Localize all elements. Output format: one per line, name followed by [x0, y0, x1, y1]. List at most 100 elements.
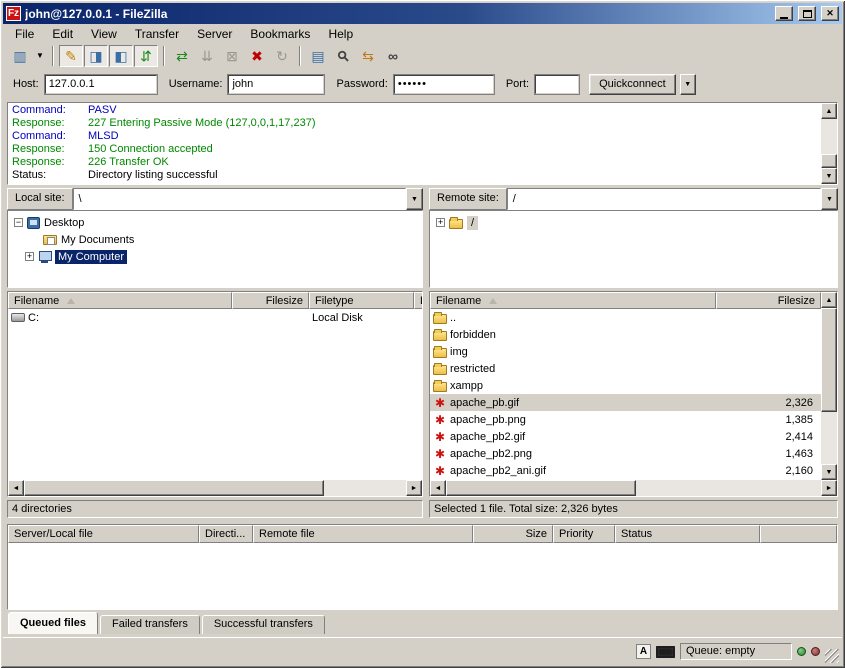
tree-item-root[interactable]: + /: [436, 214, 837, 231]
tab-successful-transfers[interactable]: Successful transfers: [202, 615, 325, 634]
tree-item-my-documents[interactable]: My Documents: [14, 231, 422, 248]
site-manager-dropdown-icon[interactable]: ▼: [33, 45, 47, 67]
column-header-filename[interactable]: Filename: [430, 292, 716, 309]
host-input[interactable]: [45, 75, 157, 94]
site-manager-icon[interactable]: ▥: [8, 45, 32, 67]
menu-server[interactable]: Server: [188, 25, 241, 43]
port-input[interactable]: [535, 75, 579, 94]
toggle-local-tree-icon[interactable]: ◨: [84, 45, 108, 67]
file-row[interactable]: ✱apache_pb2.png 1,463: [430, 445, 821, 462]
minimize-button[interactable]: [775, 6, 793, 21]
file-row[interactable]: ✱apache_pb2_ani.gif 2,160: [430, 462, 821, 479]
toggle-remote-tree-icon[interactable]: ◧: [109, 45, 133, 67]
column-header-filesize[interactable]: Filesize: [716, 292, 821, 309]
local-directory-tree: − Desktop My Documents + My Computer: [7, 210, 423, 288]
tab-failed-transfers[interactable]: Failed transfers: [100, 615, 200, 634]
refresh-icon[interactable]: ⇄: [170, 45, 194, 67]
titlebar[interactable]: Fz john@127.0.0.1 - FileZilla ✕: [3, 3, 842, 24]
sync-browsing-icon[interactable]: ⇆: [356, 45, 380, 67]
column-header-filesize[interactable]: Filesize: [232, 292, 309, 309]
maximize-button[interactable]: [798, 6, 816, 21]
menu-file[interactable]: File: [6, 25, 43, 43]
scrollbar-thumb[interactable]: [24, 480, 324, 496]
remote-file-list: .. forbidden img: [430, 309, 821, 480]
menu-view[interactable]: View: [82, 25, 126, 43]
file-row[interactable]: ✱apache_pb2.gif 2,414: [430, 428, 821, 445]
password-input[interactable]: [394, 75, 494, 94]
column-header-filetype[interactable]: Filetype: [309, 292, 414, 309]
transfer-type-indicator-icon[interactable]: A: [636, 644, 651, 659]
remote-site-path: /: [513, 193, 516, 205]
folder-row[interactable]: ..: [430, 309, 821, 326]
scroll-right-icon[interactable]: ►: [821, 480, 837, 496]
tab-queued-files[interactable]: Queued files: [8, 612, 98, 634]
column-header-priority[interactable]: Priority: [553, 525, 615, 543]
quickconnect-dropdown-icon[interactable]: ▼: [680, 74, 696, 95]
cancel-operation-icon[interactable]: ⊠: [220, 45, 244, 67]
sort-ascending-icon: [489, 298, 497, 304]
local-site-dropdown-icon[interactable]: ▼: [406, 188, 423, 210]
speed-limit-indicator-icon[interactable]: [656, 646, 675, 658]
scroll-up-icon[interactable]: ▲: [821, 103, 837, 119]
collapse-icon[interactable]: −: [14, 218, 23, 227]
tree-item-my-computer[interactable]: + My Computer: [14, 248, 422, 265]
menubar: File Edit View Transfer Server Bookmarks…: [3, 24, 842, 43]
scrollbar-thumb[interactable]: [821, 308, 837, 412]
image-file-icon: ✱: [433, 414, 447, 426]
log-scrollbar[interactable]: ▲ ▼: [821, 103, 837, 184]
toggle-message-log-icon[interactable]: ✎: [59, 45, 83, 67]
remote-horizontal-scrollbar[interactable]: ◄ ►: [430, 480, 837, 496]
menu-transfer[interactable]: Transfer: [126, 25, 188, 43]
folder-row[interactable]: xampp: [430, 377, 821, 394]
tree-item-desktop[interactable]: − Desktop: [14, 214, 422, 231]
column-header-filename[interactable]: Filename: [8, 292, 232, 309]
remote-site-combobox[interactable]: /: [507, 188, 821, 210]
column-header-size[interactable]: Size: [473, 525, 553, 543]
reconnect-icon[interactable]: ↻: [270, 45, 294, 67]
process-queue-icon[interactable]: ⇊: [195, 45, 219, 67]
column-header-remote-file[interactable]: Remote file: [253, 525, 473, 543]
file-row-c-drive[interactable]: C: Local Disk: [8, 309, 422, 326]
column-header-status[interactable]: Status: [615, 525, 760, 543]
compare-icon[interactable]: ⚲: [331, 45, 355, 67]
scroll-down-icon[interactable]: ▼: [821, 168, 837, 184]
folder-row[interactable]: forbidden: [430, 326, 821, 343]
column-header-lastmodified[interactable]: L: [414, 292, 422, 309]
toolbar-separator: [52, 46, 54, 66]
expand-icon[interactable]: +: [436, 218, 445, 227]
remote-vertical-scrollbar[interactable]: ▲ ▼: [821, 292, 837, 480]
scrollbar-thumb[interactable]: [446, 480, 636, 496]
local-horizontal-scrollbar[interactable]: ◄ ►: [8, 480, 422, 496]
folder-row[interactable]: img: [430, 343, 821, 360]
remote-site-label: Remote site:: [429, 188, 507, 210]
log-entry: Status:Directory listing successful: [12, 169, 821, 182]
file-row[interactable]: ✱apache_pb.png 1,385: [430, 411, 821, 428]
menu-help[interactable]: Help: [319, 25, 362, 43]
log-lines: Command:PASV Response:227 Entering Passi…: [8, 103, 821, 184]
folder-row[interactable]: restricted: [430, 360, 821, 377]
scroll-right-icon[interactable]: ►: [406, 480, 422, 496]
remote-site-dropdown-icon[interactable]: ▼: [821, 188, 838, 210]
scroll-up-icon[interactable]: ▲: [821, 292, 837, 308]
file-row-selected[interactable]: ✱apache_pb.gif 2,326: [430, 394, 821, 411]
remote-tree-pane: Remote site: / ▼ + /: [429, 188, 838, 288]
local-site-combobox[interactable]: \: [73, 188, 406, 210]
filter-icon[interactable]: ▤: [306, 45, 330, 67]
column-header-server-local-file[interactable]: Server/Local file: [8, 525, 199, 543]
menu-edit[interactable]: Edit: [43, 25, 82, 43]
scroll-left-icon[interactable]: ◄: [430, 480, 446, 496]
toggle-transfer-queue-icon[interactable]: ⇵: [134, 45, 158, 67]
column-header-direction[interactable]: Directi...: [199, 525, 253, 543]
menu-bookmarks[interactable]: Bookmarks: [241, 25, 319, 43]
scroll-left-icon[interactable]: ◄: [8, 480, 24, 496]
quickconnect-button[interactable]: Quickconnect: [589, 74, 676, 95]
disconnect-icon[interactable]: ✖: [245, 45, 269, 67]
resize-grip[interactable]: [825, 649, 839, 663]
scrollbar-thumb[interactable]: [821, 154, 837, 168]
find-icon[interactable]: ∞: [381, 45, 405, 67]
close-button[interactable]: ✕: [821, 6, 839, 21]
scroll-down-icon[interactable]: ▼: [821, 464, 837, 480]
username-input[interactable]: [228, 75, 324, 94]
expand-icon[interactable]: +: [25, 252, 34, 261]
folder-icon: [433, 382, 447, 392]
